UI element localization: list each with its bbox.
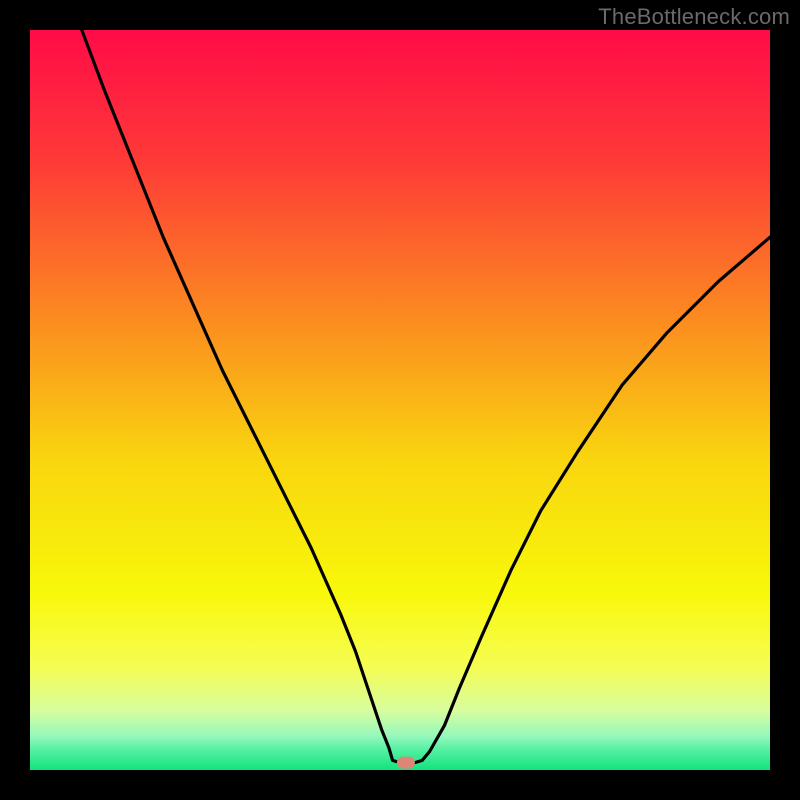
bottleneck-chart [0, 0, 800, 800]
chart-frame: { "watermark": "TheBottleneck.com", "cha… [0, 0, 800, 800]
watermark-text: TheBottleneck.com [598, 4, 790, 30]
plot-background [30, 30, 770, 770]
optimum-marker [397, 757, 415, 769]
